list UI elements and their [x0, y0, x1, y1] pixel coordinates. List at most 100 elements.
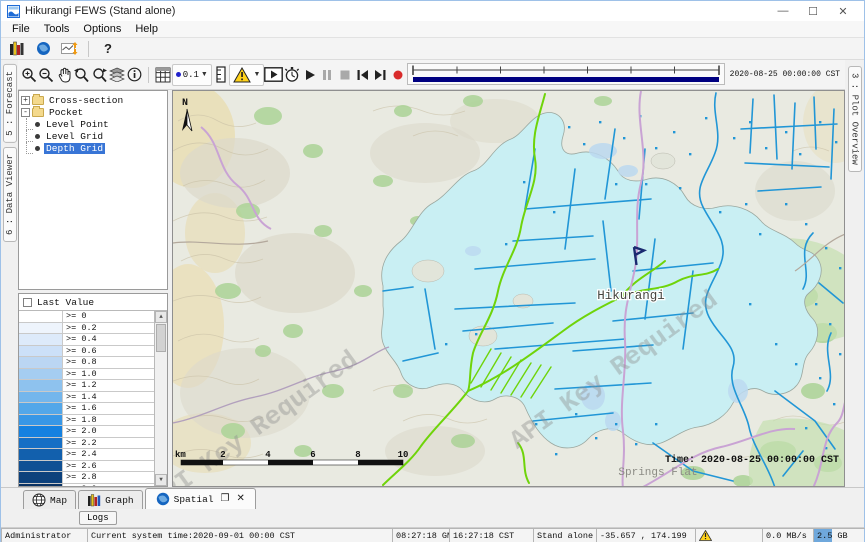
zoom-in-button[interactable] — [20, 63, 38, 87]
legend-row-label: >= 1.6 — [63, 403, 154, 414]
tree-node-depth-grid[interactable]: Depth Grid — [21, 142, 165, 154]
logs-row: Logs — [1, 509, 864, 528]
threshold-warning-dropdown[interactable]: ▼ — [229, 64, 264, 86]
status-mode: Stand alone — [533, 528, 596, 542]
map-display-button[interactable] — [31, 39, 55, 59]
tree-connector — [26, 118, 33, 130]
timeline-slider[interactable] — [407, 62, 725, 88]
legend-scrollbar[interactable]: ▲ ▼ — [154, 311, 167, 486]
panel-tab-data-viewer[interactable]: 6 : Data Viewer — [3, 147, 17, 242]
warning-icon — [699, 530, 712, 541]
view-tabs-bar: Map Graph Spatial ❐ ✕ — [1, 487, 864, 509]
step-backward-button[interactable] — [354, 63, 372, 87]
legend-row: >= 2.2 — [19, 438, 154, 450]
play-button[interactable] — [301, 63, 319, 87]
toolbar-separator — [88, 41, 89, 57]
tab-float-icon[interactable]: ❐ — [221, 493, 230, 505]
legend-row: >= 3.0 — [19, 484, 154, 487]
scrollbar-thumb[interactable] — [156, 324, 166, 352]
info-button[interactable] — [126, 63, 144, 87]
globe-icon — [36, 41, 51, 56]
legend-color-swatch — [19, 461, 63, 472]
tree-node-level-point[interactable]: Level Point — [21, 118, 165, 130]
scroll-up-icon[interactable]: ▲ — [155, 311, 167, 323]
database-button[interactable] — [5, 39, 29, 59]
bar-chart-icon — [87, 494, 101, 507]
tab-spatial[interactable]: Spatial ❐ ✕ — [145, 488, 256, 509]
logs-button[interactable]: Logs — [79, 511, 117, 525]
legend-row: >= 0 — [19, 311, 154, 323]
menu-help[interactable]: Help — [128, 22, 165, 36]
tree-node-label[interactable]: Cross-section — [47, 95, 125, 106]
timer-settings-button[interactable] — [283, 63, 301, 87]
pan-button[interactable] — [55, 63, 73, 87]
legend-row-label: >= 2.4 — [63, 449, 154, 460]
step-forward-button[interactable] — [371, 63, 389, 87]
main-toolbar: ? — [1, 38, 864, 60]
tree-node-label-selected[interactable]: Depth Grid — [44, 143, 105, 154]
pause-button[interactable] — [319, 63, 337, 87]
legend-row: >= 0.6 — [19, 346, 154, 358]
close-button[interactable]: ✕ — [828, 2, 858, 20]
expand-icon[interactable]: + — [21, 96, 30, 105]
menu-file[interactable]: File — [5, 22, 37, 36]
legend-row: >= 1.2 — [19, 380, 154, 392]
memory-label: 2.5 GB — [817, 531, 848, 541]
last-value-checkbox[interactable] — [23, 298, 32, 307]
grid-display-button[interactable] — [154, 63, 172, 87]
animation-button[interactable] — [264, 63, 283, 87]
tree-node-pocket[interactable]: - Pocket — [21, 106, 165, 118]
stop-icon — [339, 69, 351, 81]
legend-color-swatch — [19, 449, 63, 460]
tab-close-icon[interactable]: ✕ — [237, 493, 245, 505]
legend-row: >= 2.8 — [19, 472, 154, 484]
legend-row-label: >= 2.8 — [63, 472, 154, 483]
grid-icon — [155, 67, 171, 83]
legend-color-swatch — [19, 311, 63, 322]
legend-row-label: >= 2.2 — [63, 438, 154, 449]
legend-row: >= 2.0 — [19, 426, 154, 438]
menu-tools[interactable]: Tools — [37, 22, 77, 36]
help-button[interactable]: ? — [96, 39, 120, 59]
class-dot-icon — [176, 72, 181, 77]
minimize-button[interactable]: — — [768, 2, 798, 20]
app-icon — [7, 5, 20, 18]
maximize-button[interactable]: ☐ — [798, 2, 828, 20]
zoom-out-button[interactable] — [38, 63, 56, 87]
stopwatch-icon — [284, 66, 300, 83]
zoom-previous-button[interactable] — [73, 63, 91, 87]
menu-options[interactable]: Options — [76, 22, 128, 36]
panel-tab-plot-overview[interactable]: 3 : Plot Overview — [848, 66, 862, 172]
collapse-icon[interactable]: - — [21, 108, 30, 117]
tree-node-label[interactable]: Level Grid — [44, 131, 105, 142]
layers-button[interactable] — [108, 63, 126, 87]
status-warning-cell[interactable] — [695, 528, 762, 542]
legend-color-swatch — [19, 369, 63, 380]
zoom-next-button[interactable] — [90, 63, 108, 87]
tree-node-label[interactable]: Pocket — [47, 107, 85, 118]
tree-node-cross-section[interactable]: + Cross-section — [21, 94, 165, 106]
tab-map[interactable]: Map — [23, 490, 76, 509]
tree-node-label[interactable]: Level Point — [44, 119, 111, 130]
legend-row-label: >= 0.4 — [63, 334, 154, 345]
stop-button[interactable] — [336, 63, 354, 87]
tab-graph[interactable]: Graph — [78, 490, 143, 509]
right-tab-strip: 3 : Plot Overview — [845, 60, 864, 487]
legend-row-label: >= 2.6 — [63, 461, 154, 472]
timeseries-button[interactable] — [57, 39, 81, 59]
legend-color-swatch — [19, 334, 63, 345]
legend-table: >= 0 >= 0.2 >= 0.4 >= 0.6 >= 0.8 >= 1.0 … — [19, 310, 167, 486]
locality-label: Springs Flat — [618, 467, 697, 479]
classbreak-dropdown[interactable]: 0.1 ▼ — [172, 64, 212, 86]
legend-row-label: >= 0.2 — [63, 323, 154, 334]
panel-tab-forecast[interactable]: 5 : Forecast — [3, 64, 17, 143]
legend-row: >= 0.2 — [19, 323, 154, 335]
globe-wire-icon — [32, 493, 46, 507]
tree-node-level-grid[interactable]: Level Grid — [21, 130, 165, 142]
step-forward-icon — [374, 69, 387, 81]
record-button[interactable] — [389, 63, 407, 87]
scale-bar-button[interactable] — [212, 63, 230, 87]
map-viewport[interactable]: API Key Required API Key Required N km — [172, 90, 845, 487]
status-coordinates: -35.657 , 174.199 — [596, 528, 695, 542]
scroll-down-icon[interactable]: ▼ — [155, 474, 167, 486]
